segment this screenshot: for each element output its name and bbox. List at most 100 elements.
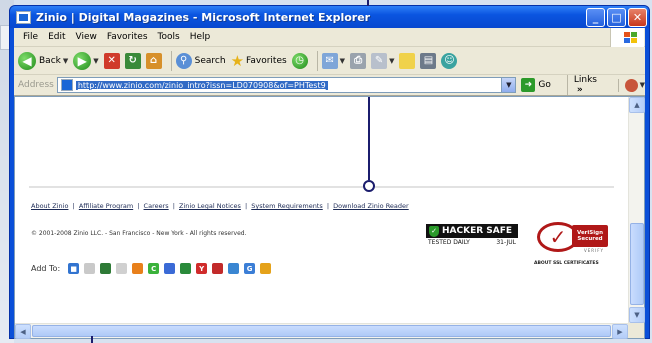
messenger-icon: ☺ — [441, 52, 458, 69]
back-label: Back — [39, 55, 61, 66]
windows-logo-icon — [610, 28, 644, 47]
scroll-left-button[interactable]: ◀ — [15, 324, 31, 339]
hacker-safe-footer: TESTED DAILY 31-JUL — [426, 238, 518, 247]
horizontal-scroll-thumb[interactable] — [32, 325, 611, 337]
favorites-label: Favorites — [246, 55, 287, 66]
links-chevron-icon[interactable]: » — [577, 85, 583, 95]
extension-icon — [624, 78, 638, 92]
fark-icon[interactable] — [116, 263, 128, 274]
edit-button[interactable]: ✎ ▼ — [371, 52, 395, 69]
yahoo-icon[interactable]: Y — [196, 263, 208, 274]
menu-help[interactable]: Help — [190, 32, 211, 42]
favorites-star-icon: ★ — [230, 51, 245, 70]
discuss-button[interactable] — [399, 52, 416, 69]
link-affiliate-program[interactable]: Affiliate Program — [79, 202, 133, 210]
blogmarks-icon[interactable] — [132, 263, 144, 274]
stop-icon: ✕ — [103, 52, 120, 69]
google-icon[interactable] — [164, 263, 176, 274]
callout-marker — [363, 180, 375, 192]
shield-check-icon: ✓ — [429, 225, 439, 237]
discuss-icon — [399, 52, 416, 69]
link-legal-notices[interactable]: Zinio Legal Notices — [179, 202, 241, 210]
forward-button[interactable]: ▶ ▼ — [73, 51, 99, 70]
verisign-line2: Secured — [577, 236, 603, 242]
technorati-icon[interactable]: C — [148, 263, 160, 274]
address-url[interactable]: http://www.zinio.com/zinio_intro?issn=LD… — [75, 80, 328, 90]
print-button[interactable]: ⎙ — [350, 52, 367, 69]
reddit-icon[interactable] — [260, 263, 272, 274]
hacker-safe-badge[interactable]: ✓ HACKER SAFE TESTED DAILY 31-JUL — [426, 224, 518, 247]
ie-page-icon — [60, 79, 73, 91]
scroll-up-button[interactable]: ▲ — [629, 97, 645, 113]
menu-favorites[interactable]: Favorites — [107, 32, 148, 42]
search-icon: ⚲ — [175, 52, 192, 69]
digg-icon[interactable] — [84, 263, 96, 274]
menu-file[interactable]: File — [23, 32, 38, 42]
stop-button[interactable]: ✕ — [103, 52, 120, 69]
menu-bar: File Edit View Favorites Tools Help — [14, 28, 645, 47]
hacker-safe-title-bar: ✓ HACKER SAFE — [426, 224, 518, 238]
stumbleupon-icon[interactable] — [180, 263, 192, 274]
link-separator: | — [326, 202, 330, 210]
copyright-text: © 2001-2008 Zinio LLC. - San Francisco -… — [31, 230, 247, 237]
verisign-seal[interactable]: ✓ VeriSign Secured VERIFY ABOUT SSL CERT… — [534, 215, 612, 271]
vertical-scrollbar[interactable]: ▲ ▼ — [628, 97, 645, 323]
refresh-button[interactable]: ↻ — [124, 52, 141, 69]
mail-button[interactable]: ✉ ▼ — [321, 52, 346, 69]
chevron-down-icon: ▼ — [339, 56, 346, 65]
maximize-button[interactable]: □ — [607, 7, 626, 27]
link-system-requirements[interactable]: System Requirements — [251, 202, 323, 210]
browser-window: Zinio | Digital Magazines - Microsoft In… — [9, 5, 650, 339]
callout-line — [91, 336, 93, 343]
search-button[interactable]: ⚲ Search — [175, 52, 226, 69]
verisign-badge: VeriSign Secured — [572, 225, 608, 247]
back-arrow-icon: ◀ — [18, 51, 36, 70]
window-title: Zinio | Digital Magazines - Microsoft In… — [36, 10, 371, 24]
history-button[interactable]: ◷ — [291, 52, 308, 69]
delicious-icon[interactable]: ■ — [68, 263, 80, 274]
about-ssl-link[interactable]: ABOUT SSL CERTIFICATES — [534, 261, 599, 266]
menu-edit[interactable]: Edit — [48, 32, 65, 42]
link-careers[interactable]: Careers — [144, 202, 169, 210]
toolbar-extension-button[interactable]: ▼ — [617, 78, 645, 92]
menu-view[interactable]: View — [76, 32, 97, 42]
links-toolbar[interactable]: Links » — [566, 75, 608, 95]
home-button[interactable]: ⌂ — [145, 52, 162, 69]
vertical-scroll-thumb[interactable] — [630, 223, 644, 305]
link-separator: | — [172, 202, 175, 210]
edit-icon: ✎ — [371, 52, 388, 69]
address-input[interactable]: http://www.zinio.com/zinio_intro?issn=LD… — [56, 77, 517, 93]
newsvine-icon[interactable] — [212, 263, 224, 274]
chevron-down-icon[interactable]: ▼ — [501, 78, 516, 92]
magnolia-icon[interactable] — [228, 263, 240, 274]
go-label: Go — [538, 80, 551, 90]
menu-tools[interactable]: Tools — [158, 32, 180, 42]
minimize-button[interactable]: _ — [586, 7, 605, 27]
horizontal-scrollbar[interactable]: ◀ ▶ — [15, 323, 628, 339]
link-about-zinio[interactable]: About Zinio — [31, 202, 68, 210]
link-separator: | — [72, 202, 75, 210]
hacker-safe-title: HACKER SAFE — [442, 226, 513, 236]
web-page: About Zinio | Affiliate Program | Career… — [15, 97, 628, 323]
go-button[interactable]: ➜ Go — [521, 78, 551, 92]
messenger-button[interactable]: ☺ — [441, 52, 458, 69]
scroll-right-button[interactable]: ▶ — [612, 324, 628, 339]
favorites-button[interactable]: ★ Favorites — [231, 52, 287, 70]
print-icon: ⎙ — [350, 52, 367, 69]
close-button[interactable]: ✕ — [628, 7, 647, 27]
chevron-down-icon: ▼ — [389, 56, 395, 65]
back-button[interactable]: ◀ Back ▼ — [18, 51, 68, 70]
toolbar-separator — [316, 50, 318, 71]
link-download-reader[interactable]: Download Zinio Reader — [333, 202, 409, 210]
callout-line — [368, 97, 370, 180]
footer-links: About Zinio | Affiliate Program | Career… — [31, 202, 409, 210]
ie-page-icon — [16, 10, 31, 24]
furl-icon[interactable] — [100, 263, 112, 274]
title-bar[interactable]: Zinio | Digital Magazines - Microsoft In… — [10, 6, 649, 28]
go-arrow-icon: ➜ — [521, 78, 536, 92]
spurl-icon[interactable]: G — [244, 263, 256, 274]
links-label: Links — [573, 75, 597, 85]
toolbar-separator — [170, 50, 172, 71]
scroll-down-button[interactable]: ▼ — [629, 307, 645, 323]
research-button[interactable]: ▤ — [420, 52, 437, 69]
